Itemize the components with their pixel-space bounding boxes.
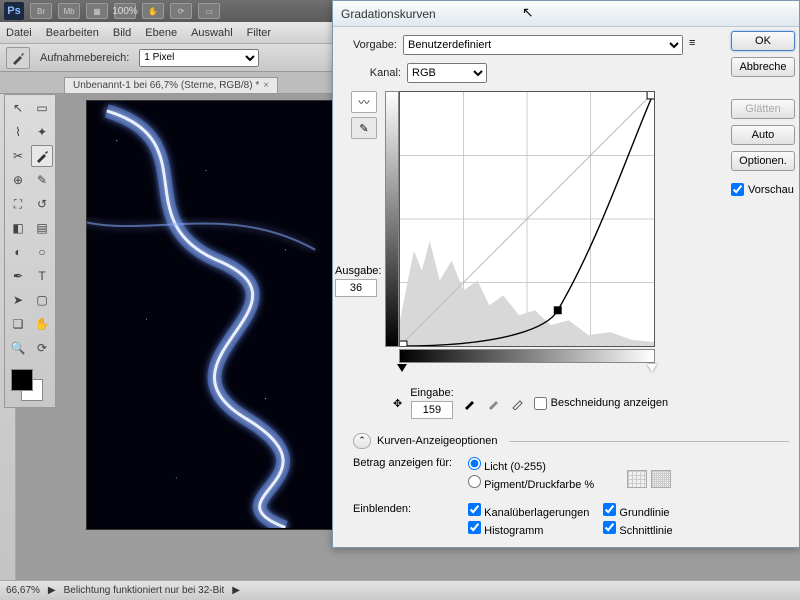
pigment-radio[interactable]: [468, 475, 481, 488]
arrange-button[interactable]: ▭: [198, 3, 220, 19]
input-input[interactable]: [411, 401, 453, 419]
output-input[interactable]: [335, 279, 377, 297]
zoom-tool[interactable]: 🔍: [7, 337, 29, 359]
lasso-tool[interactable]: ⌇: [7, 121, 29, 143]
menu-filter[interactable]: Filter: [247, 27, 271, 39]
path-select-tool[interactable]: ➤: [7, 289, 29, 311]
color-swatches[interactable]: [7, 365, 53, 401]
status-arrow-icon[interactable]: ▶: [48, 585, 56, 596]
input-gradient[interactable]: [399, 349, 655, 363]
eyedropper-tool-icon[interactable]: [6, 47, 30, 69]
menu-bild[interactable]: Bild: [113, 27, 131, 39]
minibridge-button[interactable]: Mb: [58, 3, 80, 19]
histogram-checkbox[interactable]: [468, 521, 481, 534]
document-tab-label: Unbenannt-1 bei 66,7% (Sterne, RGB/8) *: [73, 80, 259, 91]
baseline-checkbox[interactable]: [603, 503, 616, 516]
eyedropper-tool[interactable]: [31, 145, 53, 167]
curves-zone: 〰 ✎: [351, 91, 789, 363]
curve-box: [399, 91, 655, 363]
curve-point-tool[interactable]: 〰: [351, 91, 377, 113]
dialog-title[interactable]: Gradationskurven: [333, 1, 799, 27]
dialog-body: Vorgabe: Benutzerdefiniert ≡ Kanal: RGB …: [333, 27, 799, 545]
pigment-radio-label: Pigment/Druckfarbe %: [484, 479, 594, 491]
grid-fine-icon[interactable]: [651, 470, 671, 488]
eraser-tool[interactable]: ◧: [7, 217, 29, 239]
hand-tool-button[interactable]: ✋: [142, 3, 164, 19]
grid-coarse-icon[interactable]: [627, 470, 647, 488]
menu-bearbeiten[interactable]: Bearbeiten: [46, 27, 99, 39]
shape-tool[interactable]: ▢: [31, 289, 53, 311]
move-tool[interactable]: ↖: [7, 97, 29, 119]
curves-dialog: Gradationskurven OK Abbreche Glätten Aut…: [332, 0, 800, 548]
view-extras-button[interactable]: ▦: [86, 3, 108, 19]
clipping-label: Beschneidung anzeigen: [551, 397, 668, 409]
clipping-checkbox[interactable]: [534, 397, 547, 410]
target-adjust-icon[interactable]: ✥: [393, 397, 402, 410]
stamp-tool[interactable]: ⛶: [7, 193, 29, 215]
bridge-button[interactable]: Br: [30, 3, 52, 19]
histogram-label: Histogramm: [484, 525, 543, 537]
baseline-label: Grundlinie: [619, 507, 669, 519]
show-label: Einblenden:: [353, 503, 465, 515]
gradient-tool[interactable]: ▤: [31, 217, 53, 239]
3d-tool[interactable]: ❏: [7, 313, 29, 335]
intersection-label: Schnittlinie: [619, 525, 672, 537]
tool-palette: ↖ ▭ ⌇ ✦ ✂ ⊕ ✎ ⛶ ↺ ◧ ▤ ◐ ○ ✒ T ➤ ▢ ❏ ✋ 🔍 …: [4, 94, 56, 408]
menu-auswahl[interactable]: Auswahl: [191, 27, 233, 39]
output-label: Ausgabe:: [335, 265, 381, 277]
input-label: Eingabe:: [410, 387, 453, 399]
menu-datei[interactable]: Datei: [6, 27, 32, 39]
disclosure-button[interactable]: ⌃: [353, 433, 371, 449]
status-zoom[interactable]: 66,67%: [6, 585, 40, 596]
rotate-tool[interactable]: ⟳: [31, 337, 53, 359]
menu-ebene[interactable]: Ebene: [145, 27, 177, 39]
zoom-level-button[interactable]: 100%: [114, 3, 136, 19]
hand-tool[interactable]: ✋: [31, 313, 53, 335]
canvas-wrap: [80, 94, 342, 580]
document-tab[interactable]: Unbenannt-1 bei 66,7% (Sterne, RGB/8) * …: [64, 77, 278, 93]
ps-logo: Ps: [4, 2, 24, 20]
gray-eyedropper-icon[interactable]: [486, 395, 502, 411]
status-message: Belichtung funktioniert nur bei 32-Bit: [64, 585, 225, 596]
rotate-view-button[interactable]: ⟳: [170, 3, 192, 19]
pen-tool[interactable]: ✒: [7, 265, 29, 287]
preset-select[interactable]: Benutzerdefiniert: [403, 35, 683, 55]
black-eyedropper-icon[interactable]: [462, 395, 478, 411]
sample-size-select[interactable]: 1 Pixel: [139, 49, 259, 67]
crop-tool[interactable]: ✂: [7, 145, 29, 167]
light-radio-label: Licht (0-255): [484, 461, 546, 473]
white-eyedropper-icon[interactable]: [510, 395, 526, 411]
status-arrow2-icon[interactable]: ▶: [232, 585, 240, 596]
sample-size-label: Aufnahmebereich:: [40, 52, 129, 64]
foreground-swatch[interactable]: [11, 369, 33, 391]
preset-menu-icon[interactable]: ≡: [689, 37, 705, 53]
overlay-checkbox[interactable]: [468, 503, 481, 516]
channel-select[interactable]: RGB: [407, 63, 487, 83]
marquee-tool[interactable]: ▭: [31, 97, 53, 119]
white-point-slider[interactable]: [647, 364, 657, 372]
channel-label: Kanal:: [347, 67, 401, 79]
close-icon[interactable]: ×: [263, 80, 269, 91]
brush-tool[interactable]: ✎: [31, 169, 53, 191]
healing-tool[interactable]: ⊕: [7, 169, 29, 191]
curve-canvas[interactable]: [399, 91, 655, 347]
history-brush-tool[interactable]: ↺: [31, 193, 53, 215]
preset-label: Vorgabe:: [343, 39, 397, 51]
type-tool[interactable]: T: [31, 265, 53, 287]
curve-draw-tool[interactable]: ✎: [351, 117, 377, 139]
disclosure-label: Kurven-Anzeigeoptionen: [377, 435, 497, 447]
magic-wand-tool[interactable]: ✦: [31, 121, 53, 143]
black-point-slider[interactable]: [397, 364, 407, 372]
document-canvas[interactable]: [86, 100, 336, 530]
intersection-checkbox[interactable]: [603, 521, 616, 534]
overlay-label: Kanalüberlagerungen: [484, 507, 589, 519]
blur-tool[interactable]: ◐: [7, 241, 29, 263]
dodge-tool[interactable]: ○: [31, 241, 53, 263]
light-radio[interactable]: [468, 457, 481, 470]
output-gradient: [385, 91, 399, 347]
status-bar: 66,67% ▶ Belichtung funktioniert nur bei…: [0, 580, 800, 600]
amount-label: Betrag anzeigen für:: [353, 457, 465, 469]
